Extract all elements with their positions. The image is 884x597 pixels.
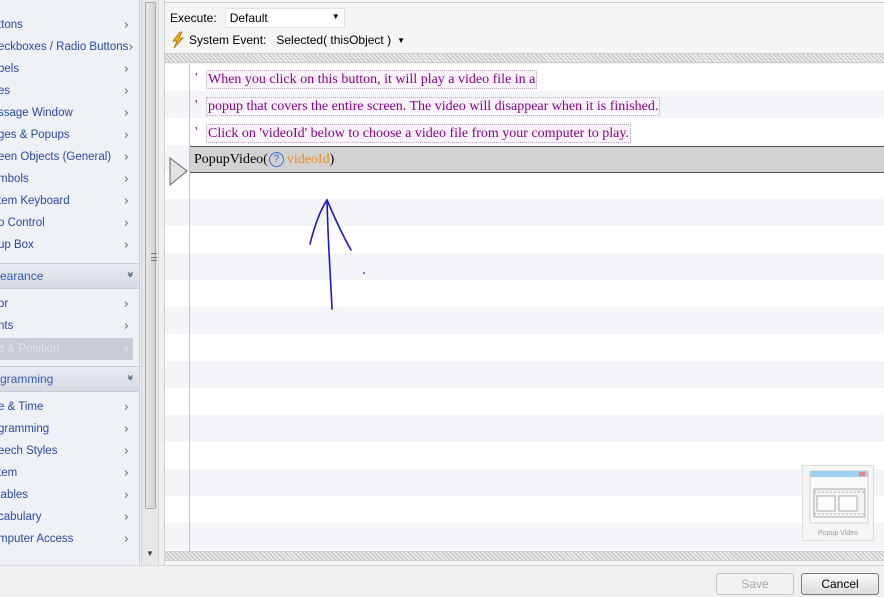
sidebar-item-system-keyboard[interactable]: tem Keyboard › — [0, 190, 133, 212]
sidebar-item-label: ges & Popups — [0, 129, 70, 141]
thumbnail-caption: Popup Video — [818, 530, 858, 537]
sidebar-item-size-position: e & Position › — [0, 338, 133, 360]
event-label: System Event: — [189, 33, 267, 47]
script-editor-panel: Execute: Default ▼ System Event: Selecte… — [164, 0, 884, 565]
section-title: earance — [0, 269, 44, 283]
sidebar-item-message-window[interactable]: ssage Window › — [0, 102, 133, 124]
sidebar-item-label: een Objects (General) — [0, 151, 112, 163]
sidebar-item-color[interactable]: or › — [0, 293, 133, 315]
chevron-right-icon: › — [123, 17, 129, 33]
sidebar-item-variables[interactable]: iables › — [0, 484, 133, 506]
sidebar-item-label: mputer Access — [0, 533, 74, 545]
sidebar-item-label: ssage Window — [0, 107, 73, 119]
sidebar-scrollbar[interactable]: ▼ — [141, 0, 159, 565]
sidebar-item-date-time[interactable]: e & Time › — [0, 396, 133, 418]
chevron-right-icon: › — [123, 531, 129, 547]
save-button[interactable]: Save — [716, 573, 794, 595]
chevron-right-icon: › — [123, 341, 129, 357]
event-row: System Event: Selected( thisObject ) ▼ — [170, 30, 405, 50]
sidebar-item-popup-box[interactable]: up Box › — [0, 234, 133, 256]
sidebar-item-label: e & Time — [0, 401, 44, 413]
hand-drawn-arrow-annotation — [309, 198, 365, 310]
sidebar-item-programming[interactable]: gramming › — [0, 418, 133, 440]
sidebar-item-label: es — [0, 85, 11, 97]
section-title: gramming — [0, 372, 54, 386]
collapse-icon: ‹‹ — [123, 274, 138, 278]
sidebar-item-screen-objects[interactable]: een Objects (General) › — [0, 146, 133, 168]
execute-select[interactable]: Default ▼ — [224, 8, 345, 28]
sidebar-item-fonts[interactable]: nts › — [0, 315, 133, 337]
chevron-right-icon: › — [123, 443, 129, 459]
event-select[interactable]: Selected( thisObject ) — [276, 33, 391, 47]
sidebar-item-label: ttons — [0, 19, 23, 31]
code-editor[interactable]: ' When you click on this button, it will… — [165, 64, 884, 551]
cancel-button[interactable]: Cancel — [801, 573, 879, 595]
chevron-right-icon: › — [123, 487, 129, 503]
sidebar-item-label: mbols — [0, 173, 29, 185]
chevron-right-icon: › — [123, 149, 129, 165]
execute-row: Execute: Default ▼ — [170, 8, 345, 28]
divider-hatch-bottom — [165, 551, 884, 561]
sidebar-item-computer-access[interactable]: mputer Access › — [0, 528, 133, 550]
sidebar-item-label: tem Keyboard — [0, 195, 70, 207]
chevron-right-icon: › — [123, 296, 129, 312]
sidebar-item-system[interactable]: tem › — [0, 462, 133, 484]
sidebar-item-label: eech Styles — [0, 445, 58, 457]
sidebar-item-label: or — [0, 298, 9, 310]
sidebar-item-buttons[interactable]: ttons › — [0, 14, 133, 36]
chevron-right-icon: › — [123, 193, 129, 209]
scrollbar-thumb[interactable] — [145, 2, 157, 509]
lightning-bolt-icon — [172, 31, 184, 49]
grip-icon — [151, 253, 157, 261]
chevron-right-icon: › — [123, 215, 129, 231]
collapse-icon: ‹‹ — [123, 377, 138, 381]
sidebar-item-speech-styles[interactable]: eech Styles › — [0, 440, 133, 462]
sidebar-item-video-control[interactable]: o Control › — [0, 212, 133, 234]
chevron-right-icon: › — [128, 39, 134, 55]
sidebar-item-lines[interactable]: es › — [0, 80, 133, 102]
sidebar-item-label: e & Position — [0, 343, 60, 355]
execute-value: Default — [229, 11, 268, 25]
sidebar-item-label: bels — [0, 63, 20, 75]
sidebar-item-label: up Box — [0, 239, 34, 251]
sidebar-item-symbols[interactable]: mbols › — [0, 168, 133, 190]
chevron-right-icon: › — [123, 465, 129, 481]
dropdown-arrow-icon: ▼ — [331, 12, 340, 21]
popup-video-thumbnail: Popup Video — [802, 465, 874, 541]
chevron-right-icon: › — [123, 399, 129, 415]
sidebar-item-label: cabulary — [0, 511, 42, 523]
sidebar-item-label: gramming — [0, 423, 50, 435]
sidebar-item-label: o Control — [0, 217, 45, 229]
popup-video-preview-icon — [809, 470, 869, 524]
chevron-right-icon: › — [123, 83, 129, 99]
chevron-right-icon: › — [123, 61, 129, 77]
chevron-right-icon: › — [123, 509, 129, 525]
sidebar-item-checkboxes[interactable]: eckboxes / Radio Buttons › — [0, 36, 134, 58]
chevron-right-icon: › — [123, 127, 129, 143]
sidebar-item-labels[interactable]: bels › — [0, 58, 133, 80]
sidebar-item-vocabulary[interactable]: cabulary › — [0, 506, 133, 528]
top-divider — [165, 0, 884, 3]
execute-label: Execute: — [170, 11, 217, 25]
sidebar-item-label: iables — [0, 489, 29, 501]
dropdown-arrow-icon[interactable]: ▼ — [397, 36, 405, 45]
chevron-right-icon: › — [123, 237, 129, 253]
chevron-right-icon: › — [123, 318, 129, 334]
chevron-right-icon: › — [123, 421, 129, 437]
scroll-down-arrow-icon[interactable]: ▼ — [146, 549, 154, 558]
divider-hatch-top — [165, 53, 884, 63]
chevron-right-icon: › — [123, 171, 129, 187]
sidebar-item-pages-popups[interactable]: ges & Popups › — [0, 124, 133, 146]
sidebar-item-label: tem — [0, 467, 18, 479]
dialog-footer: Save Cancel — [0, 565, 884, 597]
sidebar-item-label: eckboxes / Radio Buttons — [0, 41, 129, 53]
chevron-right-icon: › — [123, 105, 129, 121]
section-header-appearance[interactable]: earance ‹‹ — [0, 263, 139, 289]
sidebar-item-label: nts — [0, 320, 14, 332]
section-header-programming[interactable]: gramming ‹‹ — [0, 366, 139, 392]
sidebar: ttons› eckboxes / Radio Buttons› bels› e… — [0, 0, 140, 565]
